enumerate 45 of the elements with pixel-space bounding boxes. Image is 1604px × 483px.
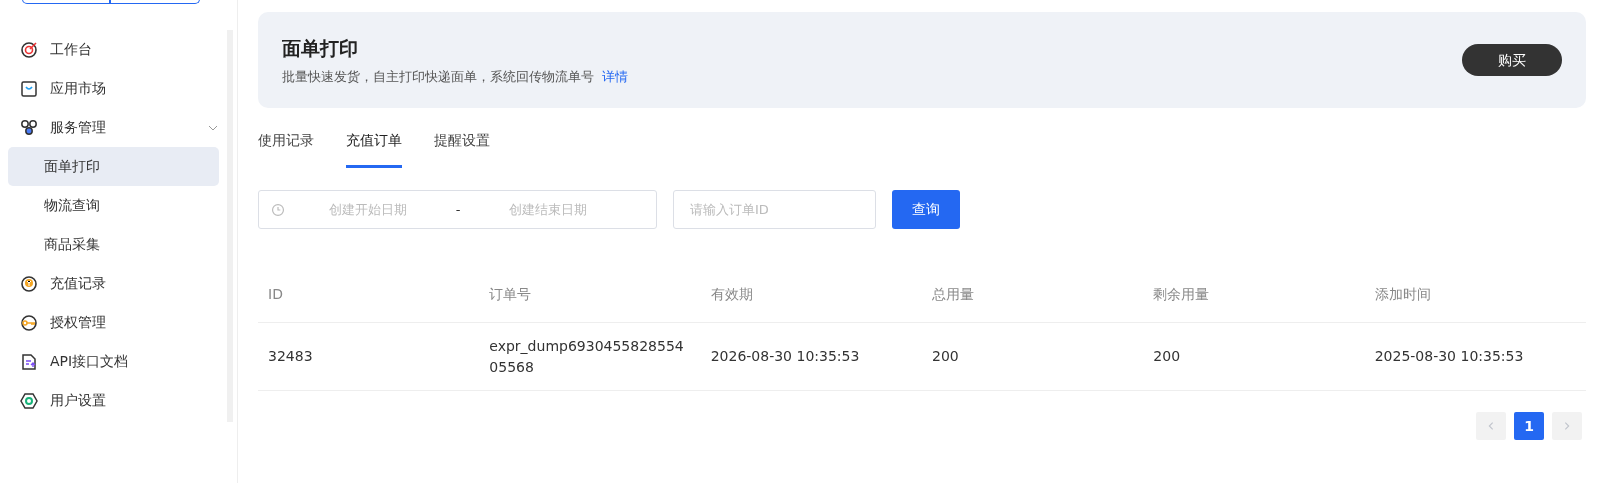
chevron-right-icon [1562, 421, 1572, 431]
tab[interactable]: 提醒设置 [434, 130, 490, 168]
sidebar-item[interactable]: 授权管理 [0, 303, 219, 342]
separator: - [454, 200, 462, 219]
details-link[interactable]: 详情 [602, 68, 628, 84]
table-cell: 2026-08-30 10:35:53 [700, 323, 922, 391]
clock-icon [271, 202, 285, 217]
sidebar-item[interactable]: 物流查询 [8, 186, 219, 225]
sidebar-item[interactable]: 商品采集 [8, 225, 219, 264]
bag-icon [20, 79, 38, 98]
sidebar-item[interactable]: 工作台 [0, 30, 219, 69]
document-icon [20, 352, 38, 371]
table-cell: expr_dump693045582855405568 [479, 323, 701, 391]
buy-button[interactable]: 购买 [1462, 44, 1562, 76]
table-cell: 2025-08-30 10:35:53 [1364, 323, 1586, 391]
page-button[interactable]: 1 [1514, 412, 1544, 440]
sidebar-item[interactable]: 应用市场 [0, 69, 219, 108]
sidebar-item[interactable]: API接口文档 [0, 342, 219, 381]
sidebar-item[interactable]: 服务管理 [0, 108, 219, 147]
sidebar-item[interactable]: 充值记录 [0, 264, 219, 303]
column-header: 添加时间 [1364, 267, 1586, 323]
hexagon-icon [20, 391, 38, 410]
table-cell: 32483 [258, 323, 480, 391]
sidebar-item[interactable]: 面单打印 [8, 147, 219, 186]
tab[interactable]: 充值订单 [346, 130, 402, 168]
search-button[interactable]: 查询 [892, 190, 960, 229]
start-date-field[interactable]: 创建开始日期 [293, 198, 443, 221]
table-cell: 200 [1143, 323, 1365, 391]
target-icon [20, 40, 38, 59]
order-id-field[interactable]: 请输入订单ID [673, 190, 876, 229]
chevron-left-icon [1486, 421, 1496, 431]
yen-icon [20, 274, 38, 293]
nodes-icon [20, 118, 38, 137]
column-header: ID [258, 267, 480, 323]
column-header: 剩余用量 [1143, 267, 1365, 323]
column-header: 总用量 [922, 267, 1144, 323]
column-header: 有效期 [700, 267, 922, 323]
page-title: 面单打印 [282, 36, 359, 61]
sidebar-item[interactable]: 用户设置 [0, 381, 219, 420]
key-icon [20, 313, 38, 332]
tab[interactable]: 使用记录 [258, 130, 314, 168]
end-date-field[interactable]: 创建结束日期 [473, 198, 623, 221]
description: 批量快速发货，自主打印快递面单，系统回传物流单号 详情 [282, 67, 628, 86]
table-cell: 200 [922, 323, 1144, 391]
column-header: 订单号 [479, 267, 701, 323]
